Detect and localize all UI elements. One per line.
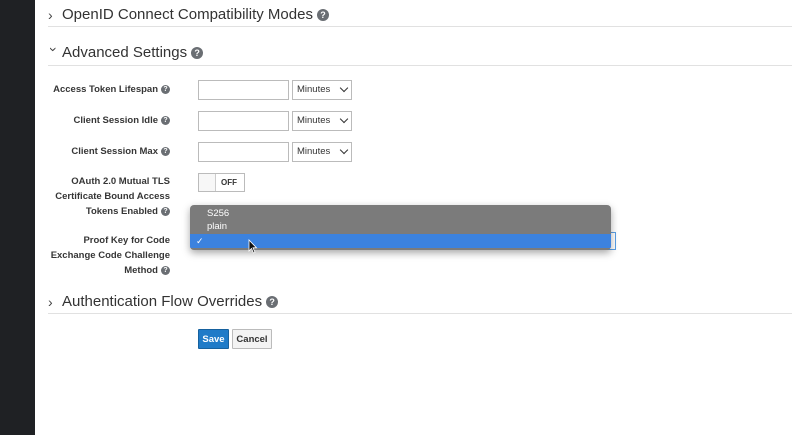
label-line: Tokens Enabled — [85, 206, 158, 217]
access-token-lifespan-label: Access Token Lifespan? — [53, 82, 170, 97]
section-auth-flow-overrides[interactable]: › Authentication Flow Overrides ? — [48, 293, 279, 310]
chevron-down-icon — [339, 114, 349, 124]
section-openid-title: OpenID Connect Compatibility Modes — [62, 6, 313, 23]
section-openid-compat[interactable]: › OpenID Connect Compatibility Modes ? — [48, 6, 329, 23]
oauth-mtls-label: OAuth 2.0 Mutual TLS Certificate Bound A… — [55, 174, 170, 219]
toggle-state: OFF — [221, 178, 237, 187]
access-token-lifespan-unit-select[interactable]: Minutes — [292, 80, 352, 100]
unit-select-value: Minutes — [297, 115, 331, 126]
help-icon[interactable]: ? — [161, 84, 170, 94]
client-session-idle-input[interactable] — [198, 111, 289, 131]
unit-select-value: Minutes — [297, 84, 331, 95]
label-text: Client Session Idle — [73, 115, 158, 126]
left-rail — [0, 0, 35, 435]
help-icon[interactable]: ? — [161, 146, 170, 156]
unit-select-value: Minutes — [297, 146, 331, 157]
label-text: Access Token Lifespan — [53, 84, 158, 95]
dropdown-option-s256[interactable]: S256 — [207, 208, 229, 219]
mouse-pointer-icon — [248, 239, 258, 254]
divider — [48, 26, 792, 27]
client-session-idle-unit-select[interactable]: Minutes — [292, 111, 352, 131]
label-text: Client Session Max — [71, 146, 158, 157]
toggle-knob — [199, 174, 216, 191]
client-session-max-unit-select[interactable]: Minutes — [292, 142, 352, 162]
section-advanced-title: Advanced Settings — [62, 44, 188, 61]
save-button[interactable]: Save — [198, 329, 229, 349]
checkmark-icon: ✓ — [196, 236, 204, 246]
divider — [48, 65, 792, 66]
chevron-down-icon: › — [46, 46, 62, 52]
section-advanced-settings[interactable]: › Advanced Settings ? — [46, 44, 204, 61]
label-line: OAuth 2.0 Mutual TLS — [71, 176, 170, 187]
access-token-lifespan-input[interactable] — [198, 80, 289, 100]
help-icon[interactable]: ? — [161, 115, 170, 125]
section-auth-flow-title: Authentication Flow Overrides — [62, 293, 263, 310]
help-icon[interactable]: ? — [191, 46, 204, 59]
help-icon[interactable]: ? — [161, 206, 170, 216]
label-line: Method — [124, 265, 158, 276]
help-icon[interactable]: ? — [316, 8, 329, 21]
oauth-mtls-toggle[interactable]: OFF — [198, 173, 245, 192]
pkce-method-label: Proof Key for Code Exchange Code Challen… — [51, 233, 170, 278]
help-icon[interactable]: ? — [161, 265, 170, 275]
label-line: Proof Key for Code — [83, 235, 170, 246]
divider — [48, 313, 792, 314]
client-session-max-label: Client Session Max? — [71, 144, 170, 159]
chevron-right-icon: › — [48, 293, 53, 310]
help-icon[interactable]: ? — [266, 295, 279, 308]
label-line: Exchange Code Challenge — [50, 250, 170, 261]
chevron-down-icon — [339, 83, 349, 93]
label-line: Certificate Bound Access — [55, 191, 170, 202]
dropdown-option-plain[interactable]: plain — [207, 221, 227, 232]
client-session-max-input[interactable] — [198, 142, 289, 162]
client-session-idle-label: Client Session Idle? — [74, 113, 170, 128]
cancel-button[interactable]: Cancel — [232, 329, 272, 349]
chevron-right-icon: › — [48, 6, 53, 23]
chevron-down-icon — [339, 145, 349, 155]
